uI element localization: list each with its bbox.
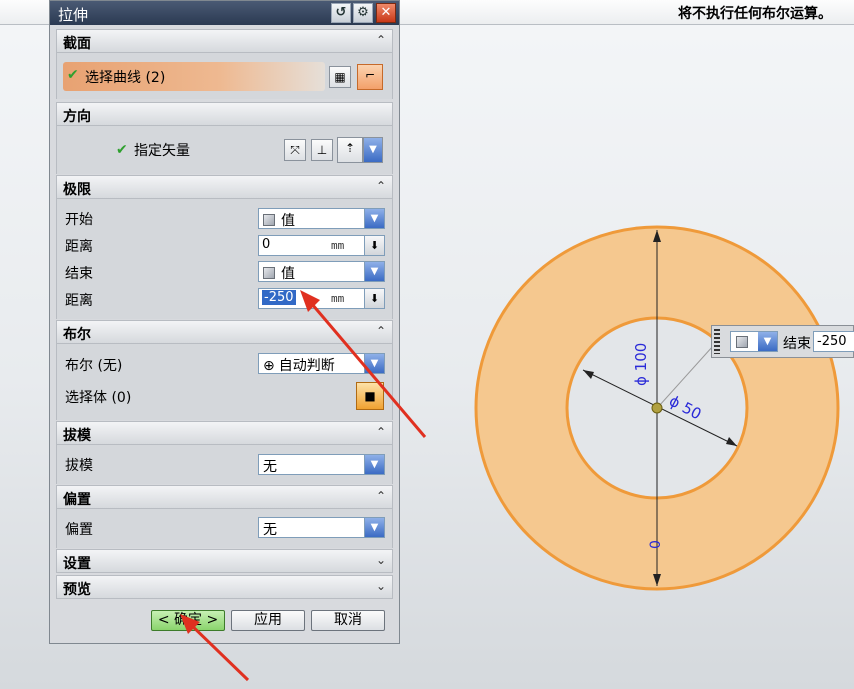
check-icon: ✔: [116, 142, 128, 158]
section-header-boolean[interactable]: 布尔 ⌃: [56, 320, 393, 344]
float-value-type-combo[interactable]: ▼: [730, 331, 778, 352]
start-type-combo[interactable]: 值 ▼: [258, 208, 385, 229]
specify-vector-label: 指定矢量: [134, 143, 190, 159]
start-distance-field[interactable]: 0 mm ⬇: [258, 235, 385, 256]
boolean-combo[interactable]: ⊕ 自动判断 ▼: [258, 353, 385, 374]
settings-gear-icon[interactable]: ⚙: [353, 3, 373, 23]
curve-select-icon[interactable]: ⌐: [357, 64, 383, 90]
cube-icon: [263, 267, 275, 279]
chevron-up-icon[interactable]: ⌃: [376, 489, 386, 503]
chevron-down-icon[interactable]: ▼: [758, 332, 777, 351]
section-title: 偏置: [63, 492, 91, 508]
chevron-down-icon[interactable]: ▼: [364, 209, 384, 228]
unit-label: mm: [331, 239, 345, 252]
chevron-down-icon[interactable]: ▼: [364, 455, 384, 474]
ok-button[interactable]: < 确定 >: [151, 610, 225, 631]
drag-grip-icon[interactable]: [714, 329, 720, 354]
arrow-down-icon[interactable]: ⬇: [364, 236, 384, 255]
center-point: [651, 402, 663, 414]
end-label: 结束: [65, 266, 93, 282]
cube-icon: [736, 336, 748, 348]
cube-icon: [263, 214, 275, 226]
select-body-label: 选择体 (0): [65, 390, 132, 406]
chevron-up-icon[interactable]: ⌃: [376, 324, 386, 338]
vector-dialog-icon[interactable]: ⊥: [311, 139, 333, 161]
select-curve-label: 选择曲线 (2): [85, 70, 166, 86]
extrude-dialog: 拉伸 ↺ ⚙ ✕ 截面 ⌃ ✔ 选择曲线 (2) ▦ ⌐ 方向 ✔ 指定矢量 ⤧…: [49, 0, 400, 644]
end-type-value: 值: [281, 266, 295, 282]
offset-label: 偏置: [65, 522, 93, 538]
section-title: 布尔: [63, 327, 91, 343]
end-distance-value[interactable]: -250: [262, 290, 296, 305]
boolean-label: 布尔 (无): [65, 358, 123, 374]
draft-combo[interactable]: 无 ▼: [258, 454, 385, 475]
offset-value: 无: [263, 522, 277, 538]
close-button[interactable]: ✕: [376, 3, 396, 23]
chevron-down-icon[interactable]: ▼: [364, 262, 384, 281]
unit-label: mm: [331, 292, 345, 305]
select-body-cube-icon[interactable]: ■: [356, 382, 384, 410]
section-title: 极限: [63, 182, 91, 198]
apply-button[interactable]: 应用: [231, 610, 305, 631]
chevron-up-icon[interactable]: ⌃: [376, 33, 386, 47]
reverse-direction-icon[interactable]: ⤧: [284, 139, 306, 161]
chevron-down-icon[interactable]: ⌄: [376, 553, 386, 567]
chevron-up-icon[interactable]: ⌃: [376, 425, 386, 439]
section-header-preview[interactable]: 预览 ⌄: [56, 575, 393, 599]
zero-dim-label: 0: [648, 540, 664, 549]
check-icon: ✔: [67, 67, 79, 83]
reset-button[interactable]: ↺: [331, 3, 351, 23]
cancel-button[interactable]: 取消: [311, 610, 385, 631]
section-title: 预览: [63, 582, 91, 598]
sketch-section-icon[interactable]: ▦: [329, 66, 351, 88]
section-title: 设置: [63, 556, 91, 572]
floating-end-distance-box[interactable]: ▼ 结束 -250: [711, 325, 854, 358]
offset-combo[interactable]: 无 ▼: [258, 517, 385, 538]
section-header-draft[interactable]: 拔模 ⌃: [56, 421, 393, 445]
section-header-section[interactable]: 截面 ⌃: [56, 29, 393, 53]
boolean-value: 自动判断: [278, 358, 335, 374]
end-distance-field[interactable]: -250 mm ⬇: [258, 288, 385, 309]
vector-dropdown-chevron-down-icon[interactable]: ▼: [363, 137, 383, 163]
section-header-offset[interactable]: 偏置 ⌃: [56, 485, 393, 509]
vector-axis-icon[interactable]: ⇡: [337, 137, 363, 163]
section-title: 方向: [63, 109, 91, 125]
dialog-title: 拉伸: [58, 6, 89, 24]
start-label: 开始: [65, 212, 93, 228]
start-type-value: 值: [281, 213, 295, 229]
dialog-titlebar[interactable]: 拉伸 ↺ ⚙ ✕: [50, 1, 399, 25]
end-type-combo[interactable]: 值 ▼: [258, 261, 385, 282]
section-header-direction[interactable]: 方向: [56, 102, 393, 126]
section-title: 拔模: [63, 428, 91, 444]
float-end-input[interactable]: -250: [813, 331, 854, 352]
end-distance-label: 距离: [65, 293, 93, 309]
section-title: 截面: [63, 36, 91, 52]
outer-diameter-label: ϕ 100: [632, 343, 650, 386]
start-distance-label: 距离: [65, 239, 93, 255]
boolean-icon: ⊕: [263, 358, 275, 374]
chevron-down-icon[interactable]: ▼: [364, 354, 384, 373]
draft-value: 无: [263, 459, 277, 475]
float-end-label: 结束: [783, 336, 811, 352]
arrow-down-icon[interactable]: ⬇: [364, 289, 384, 308]
chevron-up-icon[interactable]: ⌃: [376, 179, 386, 193]
chevron-down-icon[interactable]: ⌄: [376, 579, 386, 593]
chevron-down-icon[interactable]: ▼: [364, 518, 384, 537]
draft-label: 拔模: [65, 458, 93, 474]
section-header-limits[interactable]: 极限 ⌃: [56, 175, 393, 199]
start-distance-value[interactable]: 0: [262, 237, 270, 252]
select-curve-row[interactable]: ✔ 选择曲线 (2): [63, 62, 325, 91]
section-header-settings[interactable]: 设置 ⌄: [56, 549, 393, 573]
